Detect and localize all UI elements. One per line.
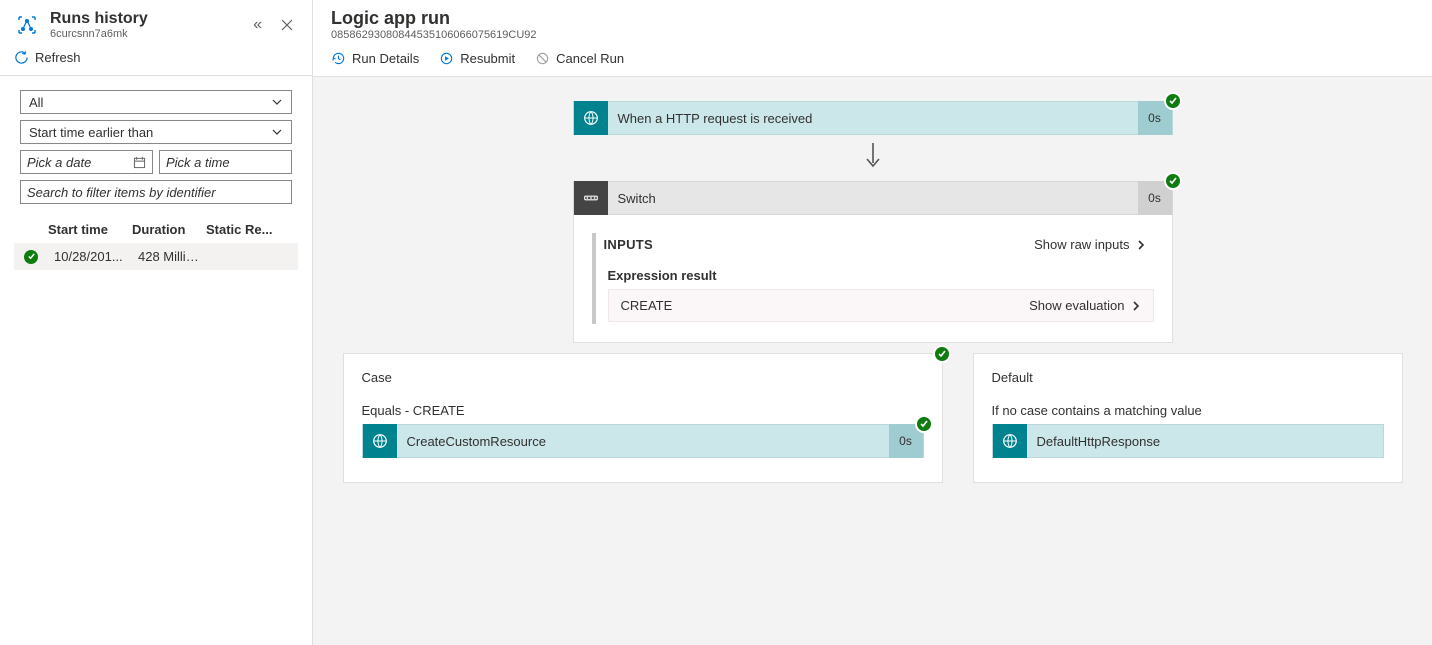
panel-title: Runs history [50,10,239,28]
http-icon [574,101,608,135]
run-row[interactable]: 10/28/201... 428 Millis... [14,243,298,270]
calendar-icon [133,156,146,169]
flow-arrow-icon [337,141,1408,171]
resubmit-button[interactable]: Resubmit [439,51,515,66]
case-condition: Equals - CREATE [362,403,924,418]
switch-step[interactable]: Switch 0s [573,181,1173,215]
refresh-button[interactable]: Refresh [14,50,81,65]
resubmit-label: Resubmit [460,51,515,66]
status-filter-value: All [29,95,43,110]
search-placeholder: Search to filter items by identifier [27,185,216,200]
logic-app-icon [14,12,40,38]
cancel-icon [535,51,550,66]
expression-result-heading: Expression result [608,268,1154,283]
case-title: Case [362,370,924,385]
switch-body: INPUTS Show raw inputs Expression result… [573,215,1173,343]
success-icon [915,415,933,433]
default-action-step[interactable]: DefaultHttpResponse [992,424,1384,458]
switch-label: Switch [608,191,1138,206]
status-filter-select[interactable]: All [20,90,292,114]
run-id: 08586293080844535106066075619CU92 [331,29,1414,41]
close-button[interactable] [276,16,298,34]
cell-duration: 428 Millis... [138,249,202,264]
runs-history-panel: Runs history 6curcsnn7a6mk « Refresh All [0,0,313,645]
chevron-down-icon [271,96,283,108]
chevron-down-icon [271,126,283,138]
show-evaluation-link[interactable]: Show evaluation [1029,298,1140,313]
http-icon [363,424,397,458]
case-branch: Case Equals - CREATE CreateCustomResourc… [343,353,943,483]
cell-start-time: 10/28/201... [54,249,128,264]
trigger-label: When a HTTP request is received [608,111,1138,126]
run-detail-panel: Logic app run 08586293080844535106066075… [313,0,1432,645]
run-details-label: Run Details [352,51,419,66]
default-subtitle: If no case contains a matching value [992,403,1384,418]
trigger-step[interactable]: When a HTTP request is received 0s [573,101,1173,135]
chevron-right-icon [1131,300,1141,312]
refresh-icon [14,50,29,65]
success-icon [1164,92,1182,110]
search-input[interactable]: Search to filter items by identifier [20,180,292,204]
success-icon [24,250,38,264]
page-title: Logic app run [331,8,1414,29]
default-title: Default [992,370,1384,385]
show-raw-label: Show raw inputs [1034,237,1129,252]
refresh-label: Refresh [35,50,81,65]
show-raw-inputs-link[interactable]: Show raw inputs [1034,237,1145,252]
case-action-step[interactable]: CreateCustomResource 0s [362,424,924,458]
expression-result-box: CREATE Show evaluation [608,289,1154,322]
http-icon [993,424,1027,458]
success-icon [1164,172,1182,190]
designer-canvas[interactable]: When a HTTP request is received 0s Switc… [313,77,1432,645]
runs-table-header: Start time Duration Static Re... [14,218,298,243]
time-filter-select[interactable]: Start time earlier than [20,120,292,144]
switch-icon [574,181,608,215]
panel-subtitle: 6curcsnn7a6mk [50,28,239,40]
time-input[interactable]: Pick a time [159,150,292,174]
date-placeholder: Pick a date [27,155,91,170]
history-icon [331,51,346,66]
collapse-button[interactable]: « [249,14,266,36]
success-icon [933,345,951,363]
inputs-heading: INPUTS [604,237,653,252]
default-action-label: DefaultHttpResponse [1027,434,1383,449]
expression-value: CREATE [621,298,673,313]
show-eval-label: Show evaluation [1029,298,1124,313]
col-duration[interactable]: Duration [132,222,196,237]
time-filter-value: Start time earlier than [29,125,153,140]
cancel-run-button: Cancel Run [535,51,624,66]
col-static-results[interactable]: Static Re... [206,222,290,237]
case-action-label: CreateCustomResource [397,434,889,449]
cancel-label: Cancel Run [556,51,624,66]
resubmit-icon [439,51,454,66]
time-placeholder: Pick a time [166,155,230,170]
default-branch: Default If no case contains a matching v… [973,353,1403,483]
date-input[interactable]: Pick a date [20,150,153,174]
chevron-right-icon [1136,239,1146,251]
col-start-time[interactable]: Start time [48,222,122,237]
run-details-button[interactable]: Run Details [331,51,419,66]
